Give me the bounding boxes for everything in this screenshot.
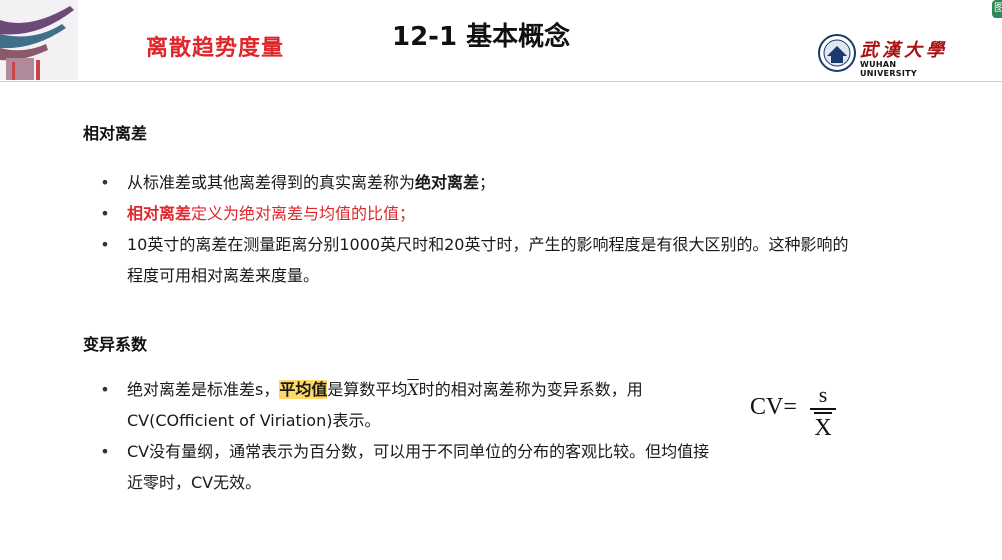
bullet-bold-term: 绝对离差: [415, 173, 480, 192]
pavilion-roof-image: [0, 0, 78, 80]
university-name-en: WUHAN UNIVERSITY: [860, 60, 917, 78]
bullet-text: 定义为绝对离差与均值的比值；: [191, 204, 416, 223]
formula-denominator: X: [814, 415, 832, 441]
heading-relative-deviation: 相对离差: [83, 124, 148, 143]
header-divider: [0, 81, 1002, 82]
list-item: • 10英寸的离差在测量距离分别1000英尺时和20英寸时，产生的影响程度是有很…: [100, 229, 860, 291]
formula-numerator: s: [818, 382, 828, 407]
bullet-text: ；: [479, 173, 496, 192]
bullet-text: CV没有量纲，通常表示为百分数，可以用于不同单位的分布的客观比较。但均值接近零时…: [127, 442, 710, 492]
bullet-text: 从标准差或其他离差得到的真实离差称为: [127, 173, 416, 192]
bullet-icon: •: [100, 204, 110, 223]
university-name-cn: 武漢大學: [860, 40, 948, 61]
list-item: • 绝对离差是标准差s，平均值是算数平均X时的相对离差称为变异系数，用CV(CO…: [100, 374, 720, 436]
highlighted-term: 平均值: [279, 380, 328, 399]
list-item: • CV没有量纲，通常表示为百分数，可以用于不同单位的分布的客观比较。但均值接近…: [100, 436, 720, 498]
formula-lhs: CV=: [750, 394, 797, 420]
bullet-icon: •: [100, 442, 110, 461]
bullet-text: 绝对离差是标准差s，: [127, 380, 280, 399]
bullet-text: 10英寸的离差在测量距离分别1000英尺时和20英寸时，产生的影响程度是有很大区…: [127, 235, 849, 285]
relative-deviation-list: • 从标准差或其他离差得到的真实离差称为绝对离差； • 相对离差定义为绝对离差与…: [100, 167, 860, 291]
slide-header: 离散趋势度量 12-1 基本概念 武漢大學 WUHAN UNIVERSITY 图: [0, 0, 1002, 80]
mean-symbol: X: [407, 380, 419, 399]
bullet-text: 是算数平均: [327, 380, 408, 399]
bullet-bold-term: 相对离差: [127, 204, 192, 223]
list-item: • 从标准差或其他离差得到的真实离差称为绝对离差；: [100, 167, 860, 198]
bullet-icon: •: [100, 380, 110, 399]
university-logo: 武漢大學 WUHAN UNIVERSITY: [818, 34, 948, 78]
coefficient-of-variation-list: • 绝对离差是标准差s，平均值是算数平均X时的相对离差称为变异系数，用CV(CO…: [100, 374, 720, 498]
section-title: 离散趋势度量: [146, 36, 285, 61]
slide-title: 12-1 基本概念: [392, 22, 571, 52]
formula-fraction: s X: [810, 382, 836, 442]
list-item: • 相对离差定义为绝对离差与均值的比值；: [100, 198, 860, 229]
heading-coefficient-of-variation: 变异系数: [83, 335, 148, 354]
bullet-icon: •: [100, 235, 110, 254]
fraction-bar: [810, 408, 836, 410]
university-emblem-icon: [818, 34, 856, 72]
corner-widget-icon[interactable]: 图: [992, 0, 1002, 18]
bullet-icon: •: [100, 173, 110, 192]
